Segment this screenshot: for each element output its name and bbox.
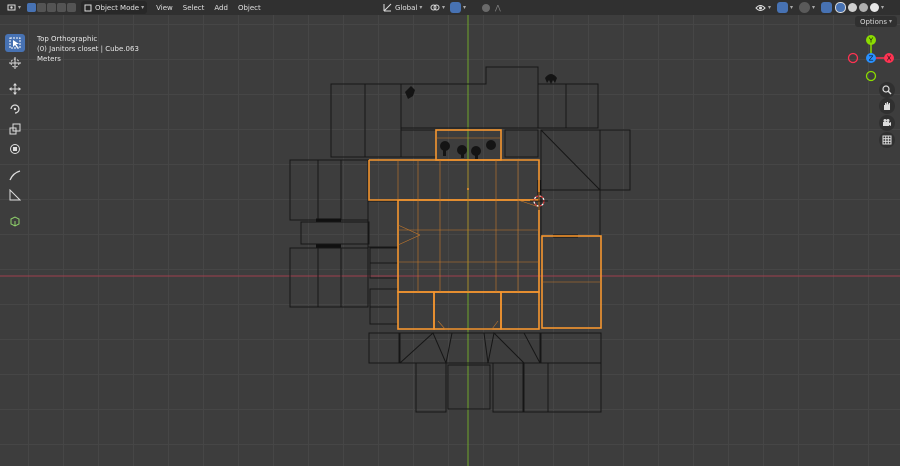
measure-icon: [9, 189, 21, 201]
gizmo-neg-y-axis[interactable]: [865, 70, 877, 82]
object-origin: [467, 188, 469, 190]
selected-object: [368, 129, 602, 330]
3d-cursor: [530, 192, 548, 210]
annotate-icon: [9, 170, 21, 181]
gizmo-x-label: X: [887, 55, 892, 63]
select-box-tool[interactable]: [5, 34, 25, 52]
scene-wireframe: [0, 15, 900, 466]
gizmo-neg-x-axis[interactable]: [847, 52, 859, 64]
zoom-button[interactable]: [879, 82, 895, 98]
camera-view-button[interactable]: [879, 115, 895, 131]
navigation-gizmo[interactable]: Y X Z: [843, 34, 900, 84]
tool-shelf: [5, 34, 27, 232]
unit-label: Meters: [37, 55, 61, 63]
rotate-tool[interactable]: [5, 100, 25, 118]
scale-icon: [9, 123, 21, 135]
transform-icon: [10, 144, 20, 154]
options-dropdown[interactable]: Options ▾: [854, 16, 897, 27]
move-icon: [9, 83, 21, 95]
cursor-icon: [9, 57, 21, 69]
grid-icon: [882, 135, 892, 145]
move-tool[interactable]: [5, 80, 25, 98]
camera-icon: [883, 119, 891, 126]
select-box-icon: [9, 37, 21, 49]
perspective-toggle-button[interactable]: [879, 132, 895, 148]
pan-icon: [884, 102, 890, 110]
pan-button[interactable]: [879, 98, 895, 114]
view-name: Top Orthographic: [37, 35, 98, 43]
cursor-tool[interactable]: [5, 54, 25, 72]
annotate-tool[interactable]: [5, 166, 25, 184]
unselected-objects: [289, 66, 631, 413]
rotate-icon: [10, 104, 20, 114]
viewport-info: Top Orthographic (0) Janitors closet | C…: [37, 34, 139, 64]
add-cube-tool[interactable]: [5, 212, 25, 230]
gizmo-z-label: Z: [869, 55, 874, 63]
decor-silhouettes: [405, 74, 557, 159]
object-info: (0) Janitors closet | Cube.063: [37, 45, 139, 53]
measure-tool[interactable]: [5, 186, 25, 204]
transform-tool[interactable]: [5, 140, 25, 158]
gizmo-y-label: Y: [868, 37, 874, 45]
scale-tool[interactable]: [5, 120, 25, 138]
zoom-icon: [882, 85, 892, 95]
options-label: Options: [859, 17, 887, 26]
add-cube-icon: [10, 216, 20, 227]
